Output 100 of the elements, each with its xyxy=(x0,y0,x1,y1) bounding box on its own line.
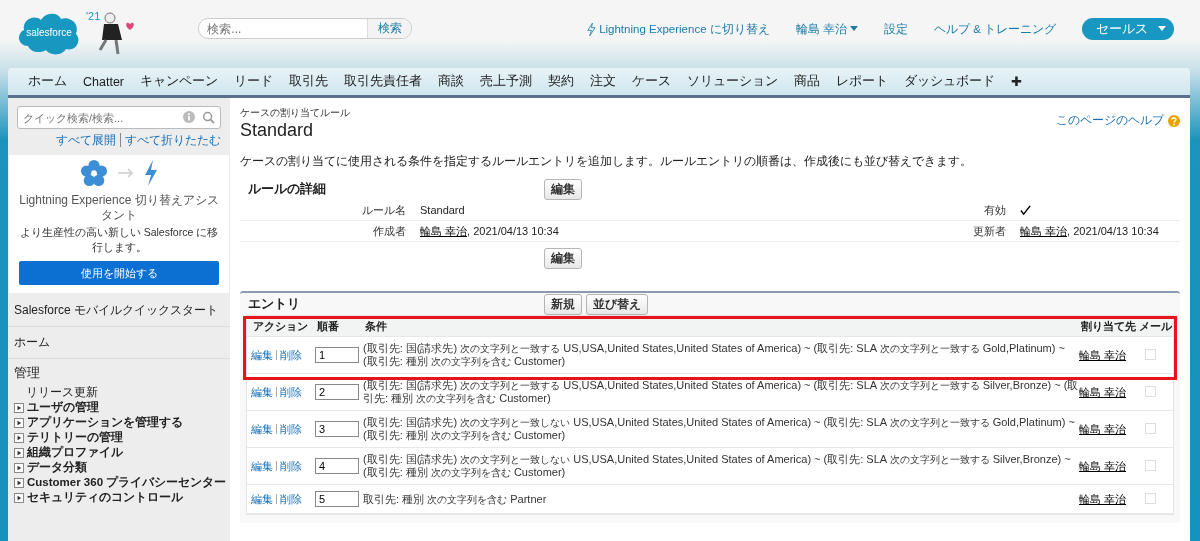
section-title: ルールの詳細 xyxy=(247,180,327,198)
edit-button[interactable]: 編集 xyxy=(544,248,582,269)
expand-toggle-icon[interactable] xyxy=(14,462,24,473)
order-field[interactable]: 3 xyxy=(315,421,359,437)
sidebar-tree-item[interactable]: リリース更新 xyxy=(14,385,98,400)
field-label: 有効 xyxy=(983,202,1007,218)
sidebar-tree-item[interactable]: Customer 360 プライバシーセンター xyxy=(27,475,227,490)
toolbar-button[interactable]: 新規 xyxy=(544,293,582,315)
edit-link[interactable]: 編集 xyxy=(251,347,273,363)
order-field[interactable]: 2 xyxy=(315,384,359,400)
order-field[interactable]: 1 xyxy=(315,347,359,363)
sidebar-tree-item[interactable]: セキュリティのコントロール xyxy=(27,490,183,505)
nav-tab[interactable]: 取引先責任者 xyxy=(336,73,430,90)
email-checkbox[interactable] xyxy=(1145,385,1156,397)
toolbar-button[interactable]: 並び替え xyxy=(586,293,648,315)
info-icon xyxy=(183,111,195,123)
nav-tab[interactable]: ダッシュボード xyxy=(896,73,1003,90)
admin-heading: 管理 xyxy=(14,364,41,382)
lightning-icon xyxy=(144,160,158,186)
nav-tab[interactable]: ✚ xyxy=(1003,74,1030,89)
sidebar-tree-item[interactable]: ユーザの管理 xyxy=(27,400,99,415)
lightning-icon xyxy=(587,22,597,36)
condition-text: 取引先: 種別 次の文字列を含む Partner xyxy=(363,491,548,507)
delete-link[interactable]: 削除 xyxy=(280,421,302,437)
field-label: ルール名 xyxy=(361,202,407,218)
edit-link[interactable]: 編集 xyxy=(251,421,273,437)
order-field[interactable]: 5 xyxy=(315,491,359,507)
expand-all-link[interactable]: すべて展開 xyxy=(56,133,116,147)
timestamp: , 2021/04/13 10:34 xyxy=(1067,225,1159,237)
field-value: Standard xyxy=(419,204,466,216)
column-header: 順番 xyxy=(316,318,340,334)
user-menu[interactable]: 輪島 幸治 xyxy=(795,21,858,37)
user-link[interactable]: 輪島 幸治 xyxy=(1020,223,1068,239)
nav-tab[interactable]: リード xyxy=(226,73,281,90)
search-icon[interactable] xyxy=(202,111,215,124)
collapse-all-link[interactable]: すべて折りたたむ xyxy=(120,133,221,147)
assignee-link[interactable]: 輪島 幸治 xyxy=(1079,422,1127,435)
column-header: アクション xyxy=(252,318,309,334)
nav-tab[interactable]: ケース xyxy=(624,73,679,90)
get-started-button[interactable]: 使用を開始する xyxy=(19,261,219,285)
edit-button[interactable]: 編集 xyxy=(544,178,582,200)
email-checkbox[interactable] xyxy=(1145,348,1156,360)
column-header: メール xyxy=(1138,318,1173,334)
email-checkbox[interactable] xyxy=(1145,422,1156,434)
expand-toggle-icon[interactable] xyxy=(14,492,24,503)
expand-toggle-icon[interactable] xyxy=(14,447,24,458)
nav-tab[interactable]: 売上予測 xyxy=(472,73,540,90)
expand-toggle-icon[interactable] xyxy=(14,432,24,443)
header-link[interactable]: ヘルプ & トレーニング xyxy=(933,21,1056,37)
delete-link[interactable]: 削除 xyxy=(280,384,302,400)
promo-title: Lightning Experience 切り替えアシスタント xyxy=(19,193,219,223)
nav-tab[interactable]: ホーム xyxy=(20,73,75,90)
delete-link[interactable]: 削除 xyxy=(280,347,302,363)
page-title: Standard xyxy=(240,120,315,141)
sidebar-tree-item[interactable]: データ分類 xyxy=(27,460,87,475)
delete-link[interactable]: 削除 xyxy=(280,458,302,474)
assignee-link[interactable]: 輪島 幸治 xyxy=(1079,459,1127,472)
expand-toggle-icon[interactable] xyxy=(14,417,24,428)
assignee-link[interactable]: 輪島 幸治 xyxy=(1079,385,1127,398)
nav-tab[interactable]: 契約 xyxy=(540,73,582,90)
quick-search-field[interactable]: クイック検索/検索... xyxy=(17,106,221,129)
condition-text: (取引先: 国(請求先) 次の文字列と一致しない US,USA,United States,United States of America) ~ (取引先: SLA 次の文字列と一致する Silver,Bronze) ~ (取引先: 種別 次の文字列を含む Customer) xyxy=(363,452,1072,480)
condition-text: (取引先: 国(請求先) 次の文字列と一致しない US,USA,United States,United States of America) ~ (取引先: SLA 次の文字列と一致する Gold,Platinum) ~ (取引先: 種別 次の文字列を含む Customer) xyxy=(363,415,1076,443)
nav-tab[interactable]: 取引先 xyxy=(281,73,336,90)
sidebar-tree-item[interactable]: テリトリーの管理 xyxy=(27,430,123,445)
order-field[interactable]: 4 xyxy=(315,458,359,474)
promo-text: より生産性の高い新しい Salesforce に移行します。 xyxy=(19,225,219,255)
nav-tab[interactable]: Chatter xyxy=(75,74,132,89)
search-button[interactable]: 検索 xyxy=(367,19,412,38)
edit-link[interactable]: 編集 xyxy=(251,384,273,400)
assignee-link[interactable]: 輪島 幸治 xyxy=(1079,348,1127,361)
nav-tab[interactable]: レポート xyxy=(828,73,896,90)
condition-text: (取引先: 国(請求先) 次の文字列と一致する US,USA,United States,United States of America) ~ (取引先: SLA 次の文字列と一致する Silver,Bronze) ~ (取引先: 種別 次の文字列を含む Customer) xyxy=(363,378,1079,406)
timestamp: , 2021/04/13 10:34 xyxy=(467,225,559,237)
expand-toggle-icon[interactable] xyxy=(14,402,24,413)
help-link[interactable]: このページのヘルプ xyxy=(1056,112,1164,129)
switch-lightning-link[interactable]: Lightning Experience に切り替え xyxy=(587,21,770,37)
page-description: ケースの割り当てに使用される条件を指定するルールエントリを追加します。ルールエントリの順番は、作成後にも並び替えできます。 xyxy=(240,153,973,170)
assignee-link[interactable]: 輪島 幸治 xyxy=(1079,492,1127,505)
email-checkbox[interactable] xyxy=(1145,459,1156,471)
user-link[interactable]: 輪島 幸治 xyxy=(420,223,468,239)
sidebar-tree-item[interactable]: 組織プロファイル xyxy=(27,445,123,460)
header-link[interactable]: 設定 xyxy=(883,21,908,37)
flower-icon xyxy=(80,159,108,187)
email-checkbox[interactable] xyxy=(1145,492,1156,504)
delete-link[interactable]: 削除 xyxy=(280,491,302,507)
nav-tab[interactable]: キャンペーン xyxy=(132,73,226,90)
section-title: エントリ xyxy=(247,295,301,313)
edit-link[interactable]: 編集 xyxy=(251,491,273,507)
edit-link[interactable]: 編集 xyxy=(251,458,273,474)
nav-tab[interactable]: ソリューション xyxy=(679,73,786,90)
nav-tab[interactable]: 商品 xyxy=(786,73,828,90)
arrow-icon xyxy=(118,168,134,178)
sidebar-tree-item[interactable]: アプリケーションを管理する xyxy=(27,415,183,430)
field-label: 作成者 xyxy=(372,223,407,239)
caret-icon xyxy=(1158,26,1166,32)
nav-tab[interactable]: 商談 xyxy=(430,73,472,90)
nav-tab[interactable]: 注文 xyxy=(582,73,624,90)
release-label: '21 xyxy=(86,10,101,22)
expand-toggle-icon[interactable] xyxy=(14,477,24,488)
